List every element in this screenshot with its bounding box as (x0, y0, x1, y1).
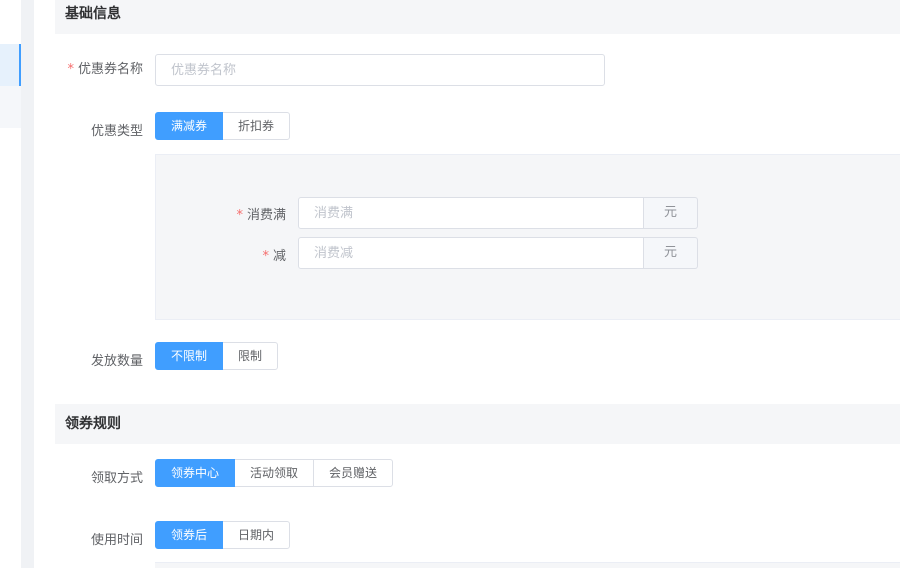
usage-time-label: 使用时间 (90, 533, 143, 548)
spend-threshold-label-text: 消费满 (246, 208, 286, 223)
claim-method-group: 领券中心 活动领取 会员赠送 (155, 459, 394, 487)
claim-method-activity-button[interactable]: 活动领取 (234, 459, 315, 487)
required-mark: * (262, 249, 269, 264)
spend-threshold-unit: 元 (644, 197, 698, 229)
coupon-name-label: * 优惠券名称 (13, 60, 143, 80)
usage-time-date-range-button[interactable]: 日期内 (222, 521, 291, 549)
coupon-name-input[interactable] (155, 54, 605, 86)
spend-threshold-label: * 消费满 (156, 206, 286, 226)
usage-time-group: 领券后 日期内 (155, 521, 291, 549)
issue-quantity-label: 发放数量 (90, 354, 143, 369)
spend-threshold-input[interactable] (298, 197, 644, 229)
claim-method-coupon-center-button[interactable]: 领券中心 (155, 459, 236, 487)
reduction-label: * 减 (156, 247, 286, 267)
discount-type-discount-button[interactable]: 折扣券 (222, 112, 291, 140)
claim-method-member-gift-button[interactable]: 会员赠送 (313, 459, 394, 487)
reduction-label-text: 减 (272, 249, 286, 264)
discount-type-group: 满减券 折扣券 (155, 112, 291, 140)
claim-method-label: 领取方式 (90, 471, 143, 486)
section-title-claim-rules: 领券规则 (55, 404, 900, 444)
required-mark: * (67, 62, 74, 77)
discount-type-label: 优惠类型 (90, 124, 143, 139)
reduction-input[interactable] (298, 237, 644, 269)
issue-quantity-unlimited-button[interactable]: 不限制 (155, 342, 224, 370)
section-title-basic-info: 基础信息 (55, 0, 900, 34)
coupon-name-label-text: 优惠券名称 (77, 62, 143, 77)
discount-type-full-reduction-button[interactable]: 满减券 (155, 112, 224, 140)
issue-quantity-group: 不限制 限制 (155, 342, 279, 370)
usage-time-panel (155, 562, 900, 568)
reduction-unit: 元 (644, 237, 698, 269)
usage-time-after-claim-button[interactable]: 领券后 (155, 521, 224, 549)
issue-quantity-limited-button[interactable]: 限制 (222, 342, 279, 370)
required-mark: * (236, 208, 243, 223)
